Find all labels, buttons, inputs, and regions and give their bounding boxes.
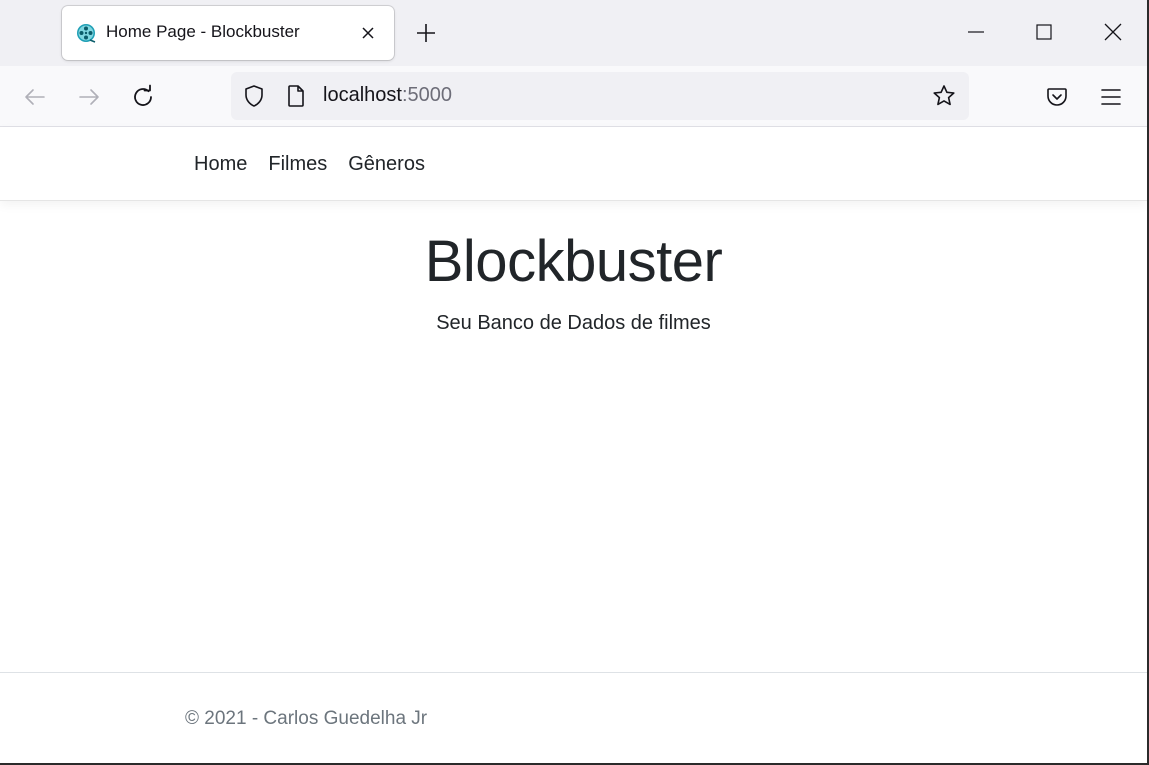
- page-title: Blockbuster: [424, 229, 723, 294]
- site-header: Home Filmes Gêneros: [0, 127, 1147, 201]
- footer-copyright: © 2021 - Carlos Guedelha Jr: [185, 708, 428, 729]
- tab-title: Home Page - Blockbuster: [106, 22, 300, 41]
- close-icon[interactable]: [358, 23, 378, 43]
- url-text[interactable]: localhost:5000: [323, 84, 452, 107]
- nav-link-generos[interactable]: Gêneros: [348, 153, 425, 176]
- arrow-right-icon[interactable]: [76, 84, 102, 110]
- url-host: localhost: [323, 84, 402, 106]
- page-icon[interactable]: [283, 83, 309, 109]
- arrow-left-icon[interactable]: [22, 84, 48, 110]
- nav-link-filmes[interactable]: Filmes: [268, 153, 327, 176]
- tab-strip: Home Page - Blockbuster: [0, 0, 1147, 66]
- site-nav: Home Filmes Gêneros: [194, 153, 446, 176]
- browser-window: Home Page - Blockbuster localhost:5000 H…: [0, 0, 1149, 765]
- tab-home-page[interactable]: Home Page - Blockbuster: [62, 6, 394, 60]
- site-footer: © 2021 - Carlos Guedelha Jr: [0, 672, 1147, 763]
- page-subtitle: Seu Banco de Dados de filmes: [436, 312, 711, 334]
- url-port: :5000: [401, 84, 452, 106]
- shield-icon[interactable]: [241, 83, 267, 109]
- nav-link-home[interactable]: Home: [194, 153, 247, 176]
- star-icon[interactable]: [931, 83, 957, 109]
- window-close-icon[interactable]: [1101, 20, 1125, 44]
- reload-icon[interactable]: [130, 84, 156, 110]
- pocket-icon[interactable]: [1044, 84, 1070, 110]
- plus-icon[interactable]: [414, 21, 438, 45]
- url-bar[interactable]: localhost:5000: [231, 72, 969, 120]
- browser-toolbar: localhost:5000: [0, 66, 1147, 127]
- maximize-icon[interactable]: [1032, 20, 1056, 44]
- film-reel-icon: [76, 23, 96, 43]
- hamburger-menu-icon[interactable]: [1098, 84, 1124, 110]
- minimize-icon[interactable]: [964, 20, 988, 44]
